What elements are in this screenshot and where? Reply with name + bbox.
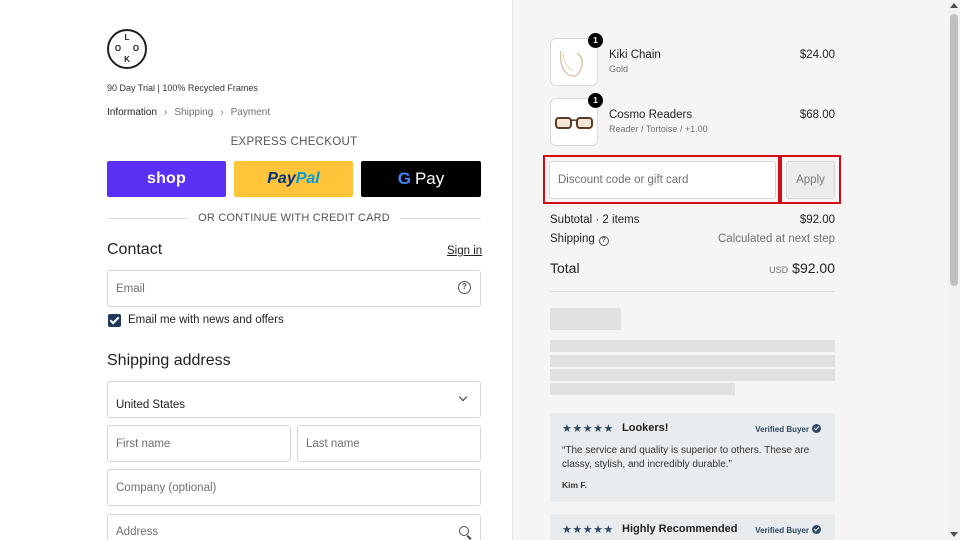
last-name-placeholder: Last name — [306, 437, 360, 450]
cart-item: 1 Cosmo Readers Reader / Tortoise / +1.0… — [550, 93, 835, 146]
apply-label: Apply — [796, 174, 825, 186]
loading-skeleton — [550, 383, 735, 395]
email-placeholder: Email — [116, 282, 145, 295]
currency-code: USD — [769, 265, 789, 275]
google-pay-label: Pay — [414, 169, 445, 188]
brand-tagline: 90 Day Trial | 100% Recycled Frames — [107, 83, 258, 93]
scroll-down-arrow-icon[interactable] — [950, 532, 958, 537]
logo-letter: O — [114, 44, 122, 53]
search-icon — [459, 526, 469, 536]
review-title: Lookers! — [622, 422, 669, 434]
product-thumbnail: 1 — [550, 93, 603, 146]
newsletter-label[interactable]: Email me with news and offers — [128, 314, 284, 326]
apply-discount-button[interactable]: Apply — [786, 161, 835, 199]
page-scrollbar[interactable] — [948, 0, 960, 540]
item-price: $68.00 — [799, 109, 835, 121]
paypal-button[interactable]: Pay Pal — [234, 161, 353, 197]
subtotal-value: $92.00 — [799, 214, 835, 226]
address-field[interactable]: Address — [107, 514, 481, 540]
email-field[interactable]: Email ? — [107, 270, 481, 307]
review-author: Kim F. — [562, 480, 588, 490]
contact-heading: Contact — [107, 241, 163, 258]
express-checkout-label: EXPRESS CHECKOUT — [230, 136, 358, 148]
subtotal-label: Subtotal · 2 items — [550, 214, 640, 226]
total-row: Total USD $92.00 — [550, 260, 835, 276]
item-price: $24.00 — [799, 49, 835, 61]
review-card: ★★★★★ Lookers! Verified Buyer “The servi… — [550, 413, 835, 502]
loading-skeleton — [550, 355, 835, 367]
product-thumbnail: 1 — [550, 33, 603, 86]
first-name-placeholder: First name — [116, 437, 171, 450]
last-name-field[interactable]: Last name — [297, 425, 481, 462]
item-name: Cosmo Readers — [609, 109, 693, 121]
first-name-field[interactable]: First name — [107, 425, 291, 462]
review-title: Highly Recommended — [622, 523, 738, 535]
help-icon[interactable]: ? — [458, 281, 471, 294]
chevron-right-icon: › — [164, 107, 168, 118]
shipping-label: Shipping — [550, 233, 595, 245]
address-placeholder: Address — [116, 526, 159, 538]
total-value: $92.00 — [792, 260, 835, 276]
subtotal-row: Subtotal · 2 items $92.00 — [550, 214, 835, 226]
cart-item: 1 Kiki Chain Gold $24.00 — [550, 33, 835, 86]
shop-pay-logo: shop — [146, 170, 187, 187]
review-card: ★★★★★ Highly Recommended Verified Buyer — [550, 514, 835, 540]
google-g-icon: G — [397, 169, 411, 188]
shipping-row: Shipping? Calculated at next step — [550, 233, 835, 246]
shipping-value: Calculated at next step — [718, 233, 835, 245]
item-variant: Reader / Tortoise / +1.00 — [609, 124, 708, 134]
breadcrumb: Information › Shipping › Payment — [107, 107, 270, 118]
shipping-address-heading: Shipping address — [107, 352, 231, 369]
quantity-badge: 1 — [588, 93, 603, 108]
review-text: “The service and quality is superior to … — [562, 445, 810, 470]
logo-letter: L — [124, 33, 130, 42]
total-label: Total — [550, 260, 580, 276]
logo-letter: K — [124, 55, 130, 64]
loading-skeleton — [550, 308, 621, 330]
check-icon — [812, 424, 821, 433]
chevron-right-icon: › — [220, 107, 224, 118]
newsletter-checkbox[interactable] — [108, 314, 121, 327]
logo-letter: O — [132, 44, 140, 53]
loading-skeleton — [550, 369, 835, 381]
paypal-logo-part: Pal — [295, 170, 320, 187]
quantity-badge: 1 — [588, 33, 603, 48]
loading-skeleton — [550, 340, 835, 352]
checkout-form-panel: L O O K 90 Day Trial | 100% Recycled Fra… — [0, 0, 512, 540]
divider-line — [399, 217, 482, 219]
breadcrumb-shipping: Shipping — [174, 107, 214, 118]
item-name: Kiki Chain — [609, 49, 661, 61]
chevron-down-icon — [458, 392, 468, 402]
discount-code-input[interactable]: Discount code or gift card — [549, 161, 776, 199]
breadcrumb-payment: Payment — [230, 107, 271, 118]
paypal-logo-part: Pay — [267, 170, 296, 187]
summary-divider — [550, 291, 835, 292]
country-value: United States — [116, 399, 186, 411]
star-rating: ★★★★★ — [562, 423, 614, 435]
country-select[interactable]: United States — [107, 381, 481, 418]
scroll-up-arrow-icon[interactable] — [950, 3, 958, 8]
sign-in-link[interactable]: Sign in — [447, 245, 482, 257]
verified-badge: Verified Buyer — [755, 424, 821, 434]
discount-placeholder: Discount code or gift card — [558, 174, 689, 186]
help-icon[interactable]: ? — [598, 236, 609, 246]
or-divider-text: OR CONTINUE WITH CREDIT CARD — [198, 212, 390, 224]
item-variant: Gold — [609, 64, 629, 74]
or-divider: OR CONTINUE WITH CREDIT CARD — [107, 211, 482, 225]
check-icon — [812, 525, 821, 534]
verified-badge: Verified Buyer — [755, 525, 821, 535]
google-pay-button[interactable]: G Pay — [361, 161, 481, 197]
star-rating: ★★★★★ — [562, 524, 614, 536]
scrollbar-thumb[interactable] — [950, 14, 958, 286]
divider-line — [107, 217, 189, 219]
shop-pay-button[interactable]: shop — [107, 161, 226, 197]
company-placeholder: Company (optional) — [116, 481, 217, 494]
brand-logo[interactable]: L O O K — [107, 29, 147, 69]
company-field[interactable]: Company (optional) — [107, 469, 481, 506]
breadcrumb-information[interactable]: Information — [107, 107, 157, 118]
